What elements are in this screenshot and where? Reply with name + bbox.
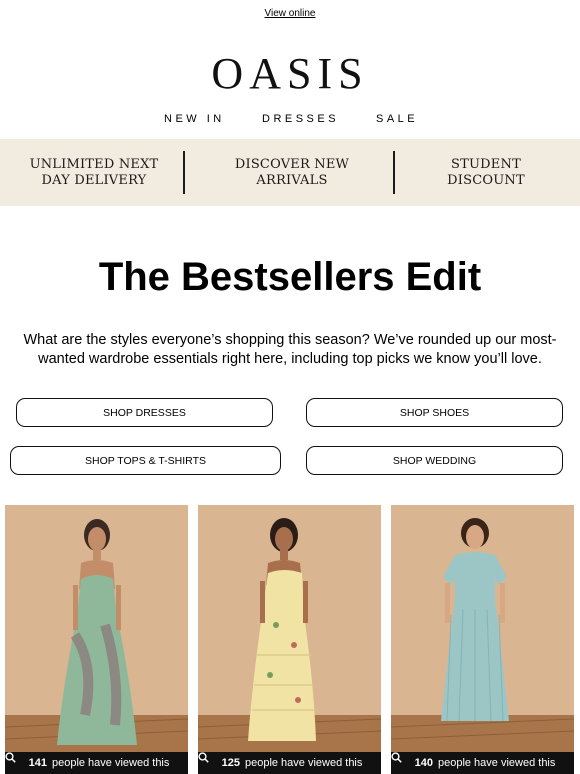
usp-divider xyxy=(183,151,185,194)
views-label: people have viewed this xyxy=(244,757,363,769)
nav-item-dresses[interactable]: DRESSES xyxy=(262,113,339,125)
views-count: 125 xyxy=(221,757,240,769)
nav-item-new-in[interactable]: NEW IN xyxy=(164,113,225,125)
main-nav: NEW IN DRESSES SALE xyxy=(0,113,580,127)
product-card[interactable]: 141 people have viewed this xyxy=(5,505,188,774)
intro-text: What are the styles everyone’s shopping … xyxy=(23,332,557,367)
brand-logo[interactable]: OASIS xyxy=(0,50,580,98)
views-badge: 125 people have viewed this xyxy=(198,752,381,774)
nav-item-sale[interactable]: SALE xyxy=(376,113,418,125)
shop-tops-button[interactable]: SHOP TOPS & T-SHIRTS xyxy=(10,446,281,475)
views-badge: 140 people have viewed this xyxy=(391,752,574,774)
views-count: 140 xyxy=(414,757,433,769)
product-card[interactable]: 125 people have viewed this xyxy=(198,505,381,774)
product-card[interactable]: 140 people have viewed this xyxy=(391,505,574,774)
views-count: 141 xyxy=(28,757,47,769)
views-badge: 141 people have viewed this xyxy=(5,752,188,774)
shop-wedding-button[interactable]: SHOP WEDDING xyxy=(306,446,563,475)
usp-student-discount[interactable]: STUDENT DISCOUNT xyxy=(412,139,560,206)
views-label: people have viewed this xyxy=(51,757,170,769)
usp-bar: UNLIMITED NEXT DAY DELIVERY DISCOVER NEW… xyxy=(0,139,580,206)
usp-new-arrivals[interactable]: DISCOVER NEW ARRIVALS xyxy=(218,139,366,206)
usp-delivery-label: UNLIMITED NEXT DAY DELIVERY xyxy=(29,156,159,188)
product-image xyxy=(391,505,574,752)
usp-delivery[interactable]: UNLIMITED NEXT DAY DELIVERY xyxy=(20,139,168,206)
usp-new-arrivals-label: DISCOVER NEW ARRIVALS xyxy=(234,156,350,188)
view-online-link[interactable]: View online xyxy=(0,8,580,19)
product-image xyxy=(198,505,381,752)
shop-shoes-button[interactable]: SHOP SHOES xyxy=(306,398,563,427)
views-label: people have viewed this xyxy=(437,757,556,769)
page-title: The Bestsellers Edit xyxy=(98,255,482,299)
product-image xyxy=(5,505,188,752)
shop-dresses-button[interactable]: SHOP DRESSES xyxy=(16,398,273,427)
usp-student-discount-label: STUDENT DISCOUNT xyxy=(447,156,525,188)
usp-divider xyxy=(393,151,395,194)
